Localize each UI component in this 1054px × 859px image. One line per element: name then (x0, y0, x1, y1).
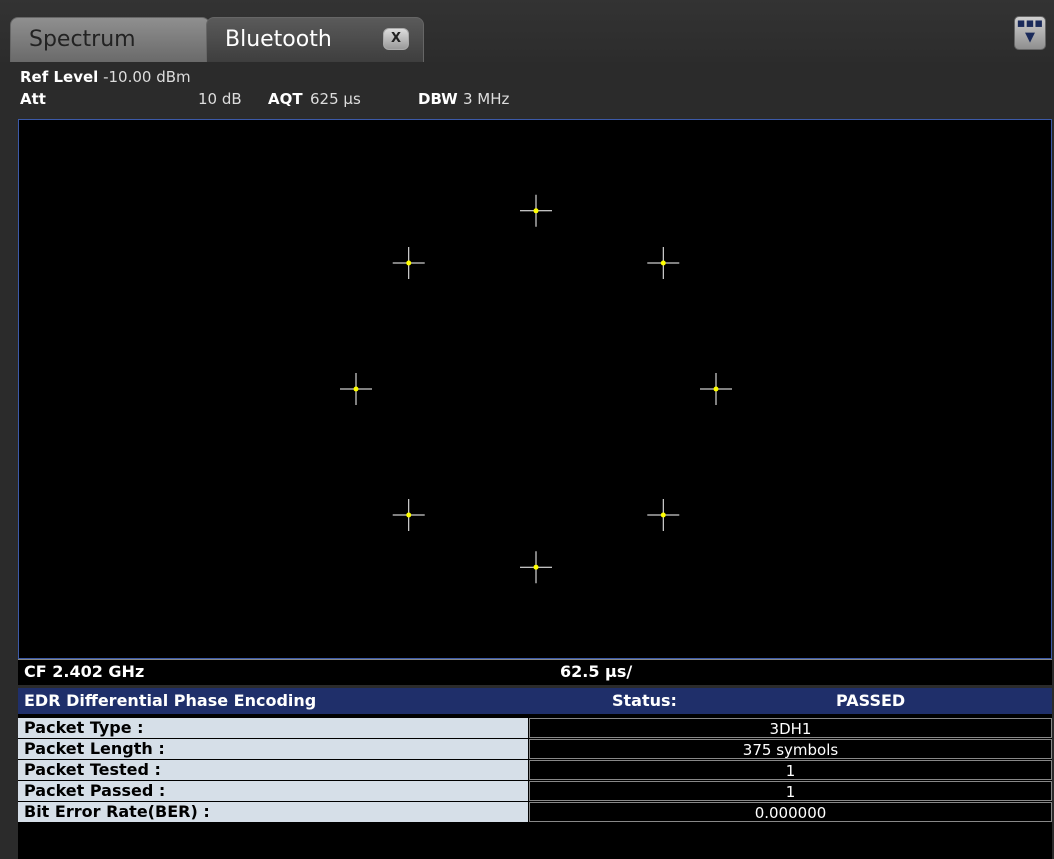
row-label: Bit Error Rate(BER) : (18, 802, 528, 822)
tab-bar: Spectrum Bluetooth X ▪▪▪ ▼ (0, 0, 1054, 62)
tab-label: Spectrum (29, 27, 136, 52)
tab-label: Bluetooth (225, 27, 332, 52)
constellation-point (647, 246, 680, 279)
status-value: PASSED (836, 691, 906, 710)
row-value: 1 (529, 781, 1052, 801)
table-row: Packet Length : 375 symbols (18, 739, 1052, 760)
row-value: 375 symbols (529, 739, 1052, 759)
ref-level-value: -10.00 dBm (103, 68, 191, 86)
time-per-division: 62.5 µs/ (560, 662, 633, 681)
row-value: 0.000000 (529, 802, 1052, 822)
constellation-point (392, 246, 425, 279)
settings-panel: Ref Level -10.00 dBm Att 10 dB AQT 625 µ… (0, 62, 1054, 120)
row-label: Packet Passed : (18, 781, 528, 801)
status-label: Status: (612, 691, 677, 710)
constellation-point (700, 373, 732, 405)
ref-level-row: Ref Level -10.00 dBm (20, 66, 191, 88)
center-frequency: CF 2.402 GHz (24, 662, 145, 681)
acq-settings-row: Att 10 dB AQT 625 µs DBW 3 MHz (20, 88, 1020, 110)
close-icon[interactable]: X (383, 28, 409, 50)
att-value: 10 dB (198, 90, 242, 108)
constellation-point (647, 499, 680, 532)
constellation-point (392, 499, 425, 532)
row-value: 1 (529, 760, 1052, 780)
dbw-label: DBW (418, 90, 458, 108)
table-row: Packet Type : 3DH1 (18, 718, 1052, 739)
tab-spectrum[interactable]: Spectrum (10, 17, 210, 62)
table-row: Bit Error Rate(BER) : 0.000000 (18, 802, 1052, 823)
aqt-label: AQT (268, 90, 303, 108)
aqt-value: 625 µs (310, 90, 361, 108)
tab-bluetooth[interactable]: Bluetooth X (206, 17, 424, 62)
constellation-point (520, 194, 552, 227)
ref-level-label: Ref Level (20, 68, 99, 86)
plot-footer: CF 2.402 GHz 62.5 µs/ (18, 659, 1052, 685)
constellation-diagram (340, 194, 732, 584)
row-value: 3DH1 (529, 718, 1052, 738)
menu-dropdown-icon[interactable]: ▪▪▪ ▼ (1014, 16, 1046, 50)
constellation-plot (18, 119, 1052, 659)
row-label: Packet Type : (18, 718, 528, 738)
table-title: EDR Differential Phase Encoding (24, 691, 317, 710)
row-label: Packet Tested : (18, 760, 528, 780)
dbw-value: 3 MHz (463, 90, 510, 108)
constellation-point (520, 551, 552, 584)
results-table: EDR Differential Phase Encoding Status: … (18, 688, 1052, 859)
table-row: Packet Tested : 1 (18, 760, 1052, 781)
constellation-point (340, 373, 372, 405)
table-row: Packet Passed : 1 (18, 781, 1052, 802)
att-label: Att (20, 90, 46, 108)
table-header: EDR Differential Phase Encoding Status: … (18, 688, 1052, 714)
row-label: Packet Length : (18, 739, 528, 759)
